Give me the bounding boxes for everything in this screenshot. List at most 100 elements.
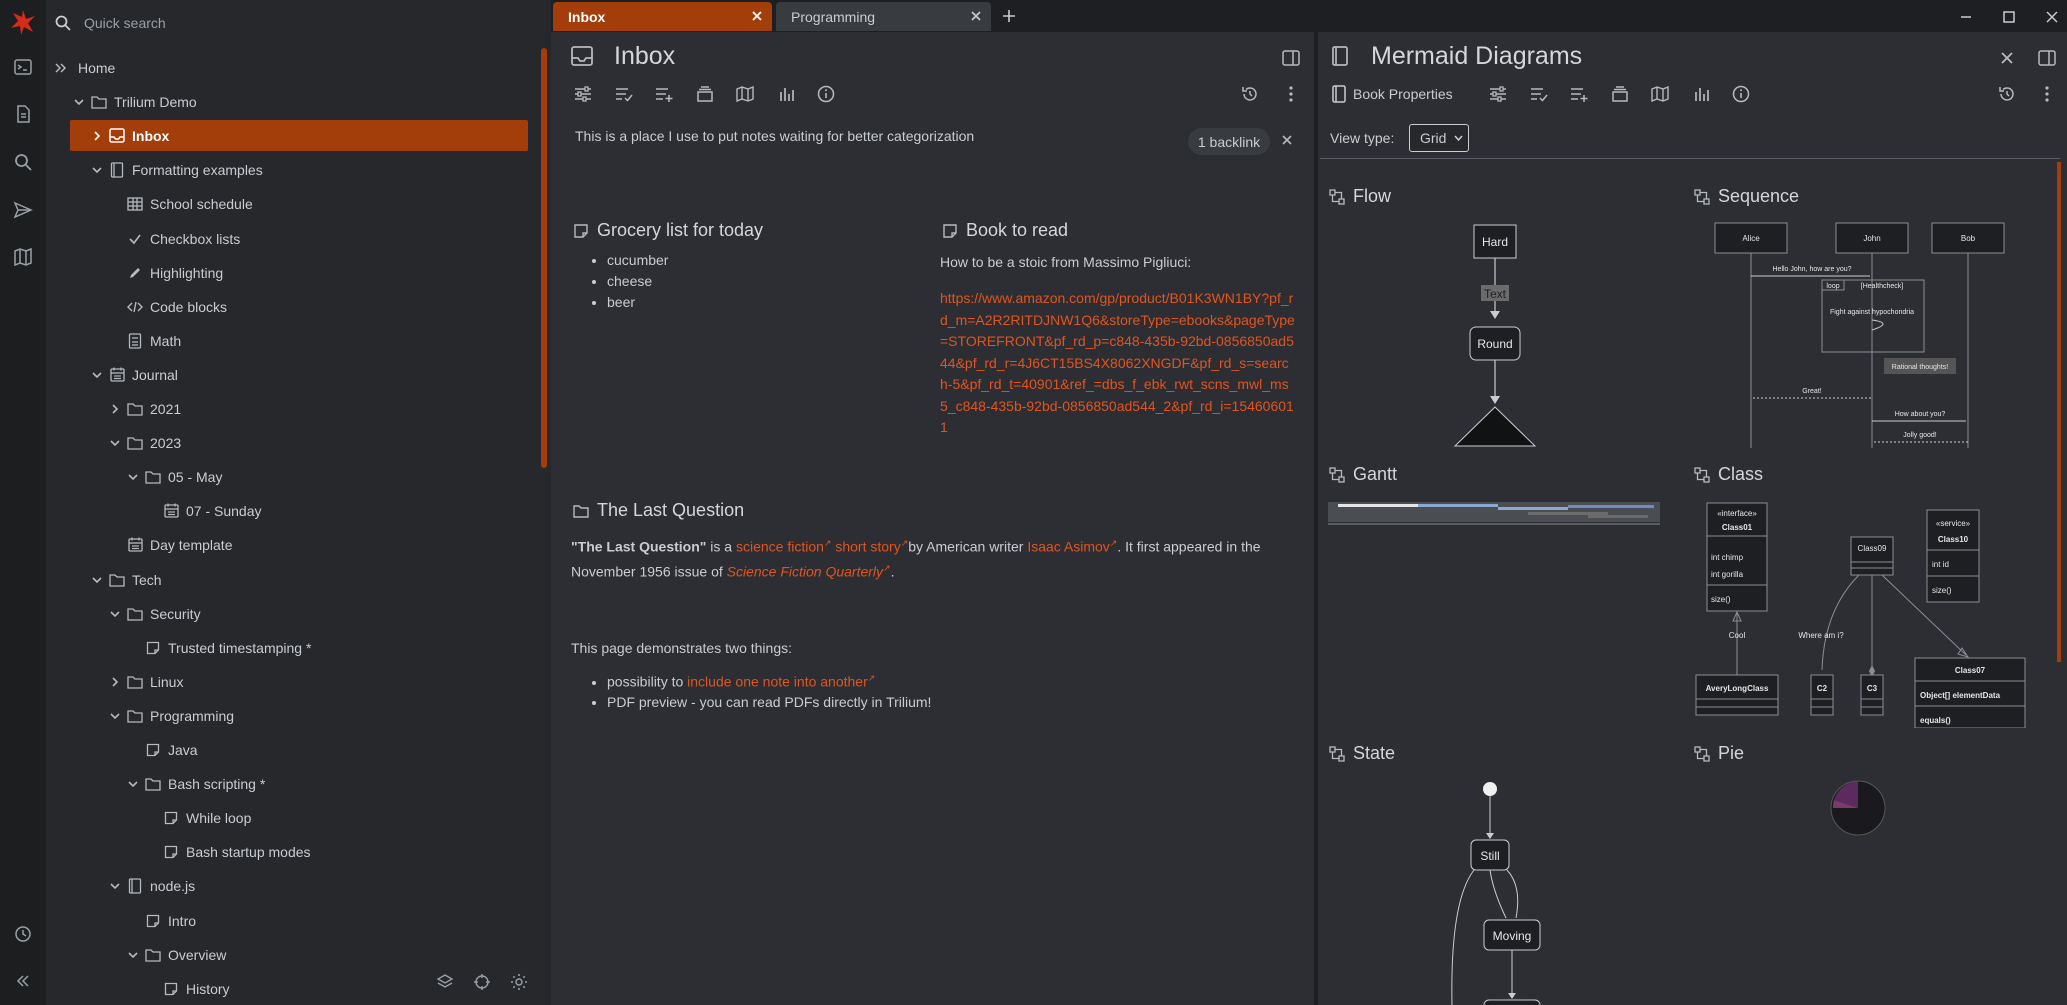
info-icon[interactable]	[1730, 83, 1752, 105]
tree-item-07-sunday[interactable]: 07 - Sunday	[142, 495, 262, 526]
close-icon[interactable]	[750, 9, 764, 23]
bar-chart-icon[interactable]	[1690, 83, 1712, 105]
close-icon[interactable]	[1277, 130, 1297, 150]
chevron-down-icon[interactable]	[124, 468, 142, 486]
tree-item-bash-startup-modes[interactable]: Bash startup modes	[142, 836, 311, 867]
tree-item-2021[interactable]: 2021	[106, 393, 181, 424]
toggle-right-pane-icon[interactable]	[1280, 47, 1302, 69]
tab-inbox[interactable]: Inbox	[553, 2, 772, 31]
chevron-right-icon[interactable]	[88, 127, 106, 145]
chevron-down-icon[interactable]	[106, 877, 124, 895]
map-icon[interactable]	[11, 245, 35, 269]
maximize-icon[interactable]	[1998, 6, 2020, 28]
new-tab-plus-icon[interactable]	[998, 5, 1020, 27]
tree-item-2023[interactable]: 2023	[106, 427, 181, 458]
toggle-right-pane-icon[interactable]	[2036, 47, 2058, 69]
list-check-icon[interactable]	[1528, 83, 1550, 105]
tree-item-formatting-examples[interactable]: Formatting examples	[88, 154, 263, 185]
view-type-select[interactable]: Grid	[1409, 124, 1469, 152]
chevron-down-icon[interactable]	[124, 775, 142, 793]
tree-item-inbox[interactable]: Inbox	[70, 120, 528, 151]
chevron-down-icon[interactable]	[106, 605, 124, 623]
more-menu-icon[interactable]	[1280, 83, 1302, 105]
sliders-icon[interactable]	[1487, 83, 1509, 105]
link-science-fiction[interactable]: science fiction	[736, 539, 824, 555]
tree-item-trusted-timestamping[interactable]: Trusted timestamping *	[124, 632, 311, 663]
minimize-icon[interactable]	[1955, 6, 1977, 28]
terminal-icon[interactable]	[11, 55, 35, 79]
mermaid-scrollbar[interactable]	[2057, 162, 2061, 662]
note-title[interactable]: Inbox	[614, 42, 675, 71]
book-properties-button[interactable]: Book Properties	[1331, 85, 1453, 103]
list-check-icon[interactable]	[613, 83, 635, 105]
stack-icon[interactable]	[694, 83, 716, 105]
tree-item-journal[interactable]: Journal	[88, 359, 178, 390]
close-icon[interactable]	[969, 9, 983, 23]
link-short-story[interactable]: short story	[835, 539, 900, 555]
tree-item-math[interactable]: Math	[106, 325, 181, 356]
link-sf-quarterly[interactable]: Science Fiction Quarterly	[727, 563, 883, 579]
chevron-right-icon[interactable]	[106, 400, 124, 418]
window-close-icon[interactable]	[2041, 6, 2063, 28]
layers-icon[interactable]	[433, 970, 457, 994]
collapse-sidebar-icon[interactable]	[11, 969, 35, 993]
card-flow-title[interactable]: Flow	[1329, 186, 1391, 207]
tree-item-linux[interactable]: Linux	[106, 666, 183, 697]
card-state-title[interactable]: State	[1329, 743, 1395, 764]
new-note-icon[interactable]	[11, 102, 35, 126]
card-class-title[interactable]: Class	[1694, 464, 1763, 485]
history-icon[interactable]	[1996, 83, 2018, 105]
card-pie-title[interactable]: Pie	[1694, 743, 1744, 764]
chevron-down-icon[interactable]	[106, 434, 124, 452]
tree-item-node-js[interactable]: node.js	[106, 870, 195, 901]
note-title[interactable]: Mermaid Diagrams	[1371, 42, 1582, 71]
map-icon[interactable]	[1649, 83, 1671, 105]
tree-item-while-loop[interactable]: While loop	[142, 802, 251, 833]
card-sequence-title[interactable]: Sequence	[1694, 186, 1799, 207]
history-icon[interactable]	[11, 922, 35, 946]
more-menu-icon[interactable]	[2036, 83, 2058, 105]
amazon-link[interactable]: https://www.amazon.com/gp/product/B01K3W…	[940, 288, 1296, 458]
card-grocery-title[interactable]: Grocery list for today	[573, 220, 763, 241]
tree-item-home[interactable]: Home	[52, 52, 115, 83]
chevron-right-icon[interactable]	[106, 673, 124, 691]
history-icon[interactable]	[1239, 83, 1261, 105]
chevron-down-icon[interactable]	[88, 366, 106, 384]
send-icon[interactable]	[11, 198, 35, 222]
search-icon[interactable]	[11, 150, 35, 174]
tree-scrollbar[interactable]	[541, 48, 547, 468]
tree-item-java[interactable]: Java	[124, 734, 198, 765]
crosshair-icon[interactable]	[470, 970, 494, 994]
quick-search-input[interactable]	[84, 8, 524, 38]
chevron-down-icon[interactable]	[106, 707, 124, 725]
tree-item-05-may[interactable]: 05 - May	[124, 461, 222, 492]
tree-item-school-schedule[interactable]: School schedule	[106, 188, 253, 219]
tree-item-checkbox-lists[interactable]: Checkbox lists	[106, 223, 240, 254]
link-isaac-asimov[interactable]: Isaac Asimov	[1027, 539, 1109, 555]
list-plus-icon[interactable]	[1568, 83, 1590, 105]
chevron-down-icon[interactable]	[88, 571, 106, 589]
tree-item-day-template[interactable]: Day template	[106, 529, 232, 560]
tab-programming[interactable]: Programming	[776, 2, 991, 31]
chevron-down-icon[interactable]	[88, 161, 106, 179]
map-icon[interactable]	[734, 83, 756, 105]
tree-item-highlighting[interactable]: Highlighting	[106, 257, 223, 288]
app-logo-icon[interactable]	[9, 8, 37, 36]
card-book-title[interactable]: Book to read	[942, 220, 1068, 241]
tree-item-bash-scripting[interactable]: Bash scripting *	[124, 768, 265, 799]
sliders-icon[interactable]	[572, 83, 594, 105]
list-plus-icon[interactable]	[653, 83, 675, 105]
tree-item-code-blocks[interactable]: Code blocks	[106, 291, 227, 322]
info-icon[interactable]	[815, 83, 837, 105]
bar-chart-icon[interactable]	[775, 83, 797, 105]
link-include-note[interactable]: include one note into another	[687, 674, 868, 690]
backlinks-badge[interactable]: 1 backlink	[1188, 128, 1270, 155]
gear-icon[interactable]	[507, 970, 531, 994]
tree-item-intro[interactable]: Intro	[124, 905, 196, 936]
tree-item-security[interactable]: Security	[106, 598, 201, 629]
tree-item-tech[interactable]: Tech	[88, 564, 162, 595]
card-gantt-title[interactable]: Gantt	[1329, 464, 1397, 485]
tree-item-programming[interactable]: Programming	[106, 700, 234, 731]
tree-item-trilium-demo[interactable]: Trilium Demo	[70, 86, 197, 117]
chevron-down-icon[interactable]	[70, 93, 88, 111]
